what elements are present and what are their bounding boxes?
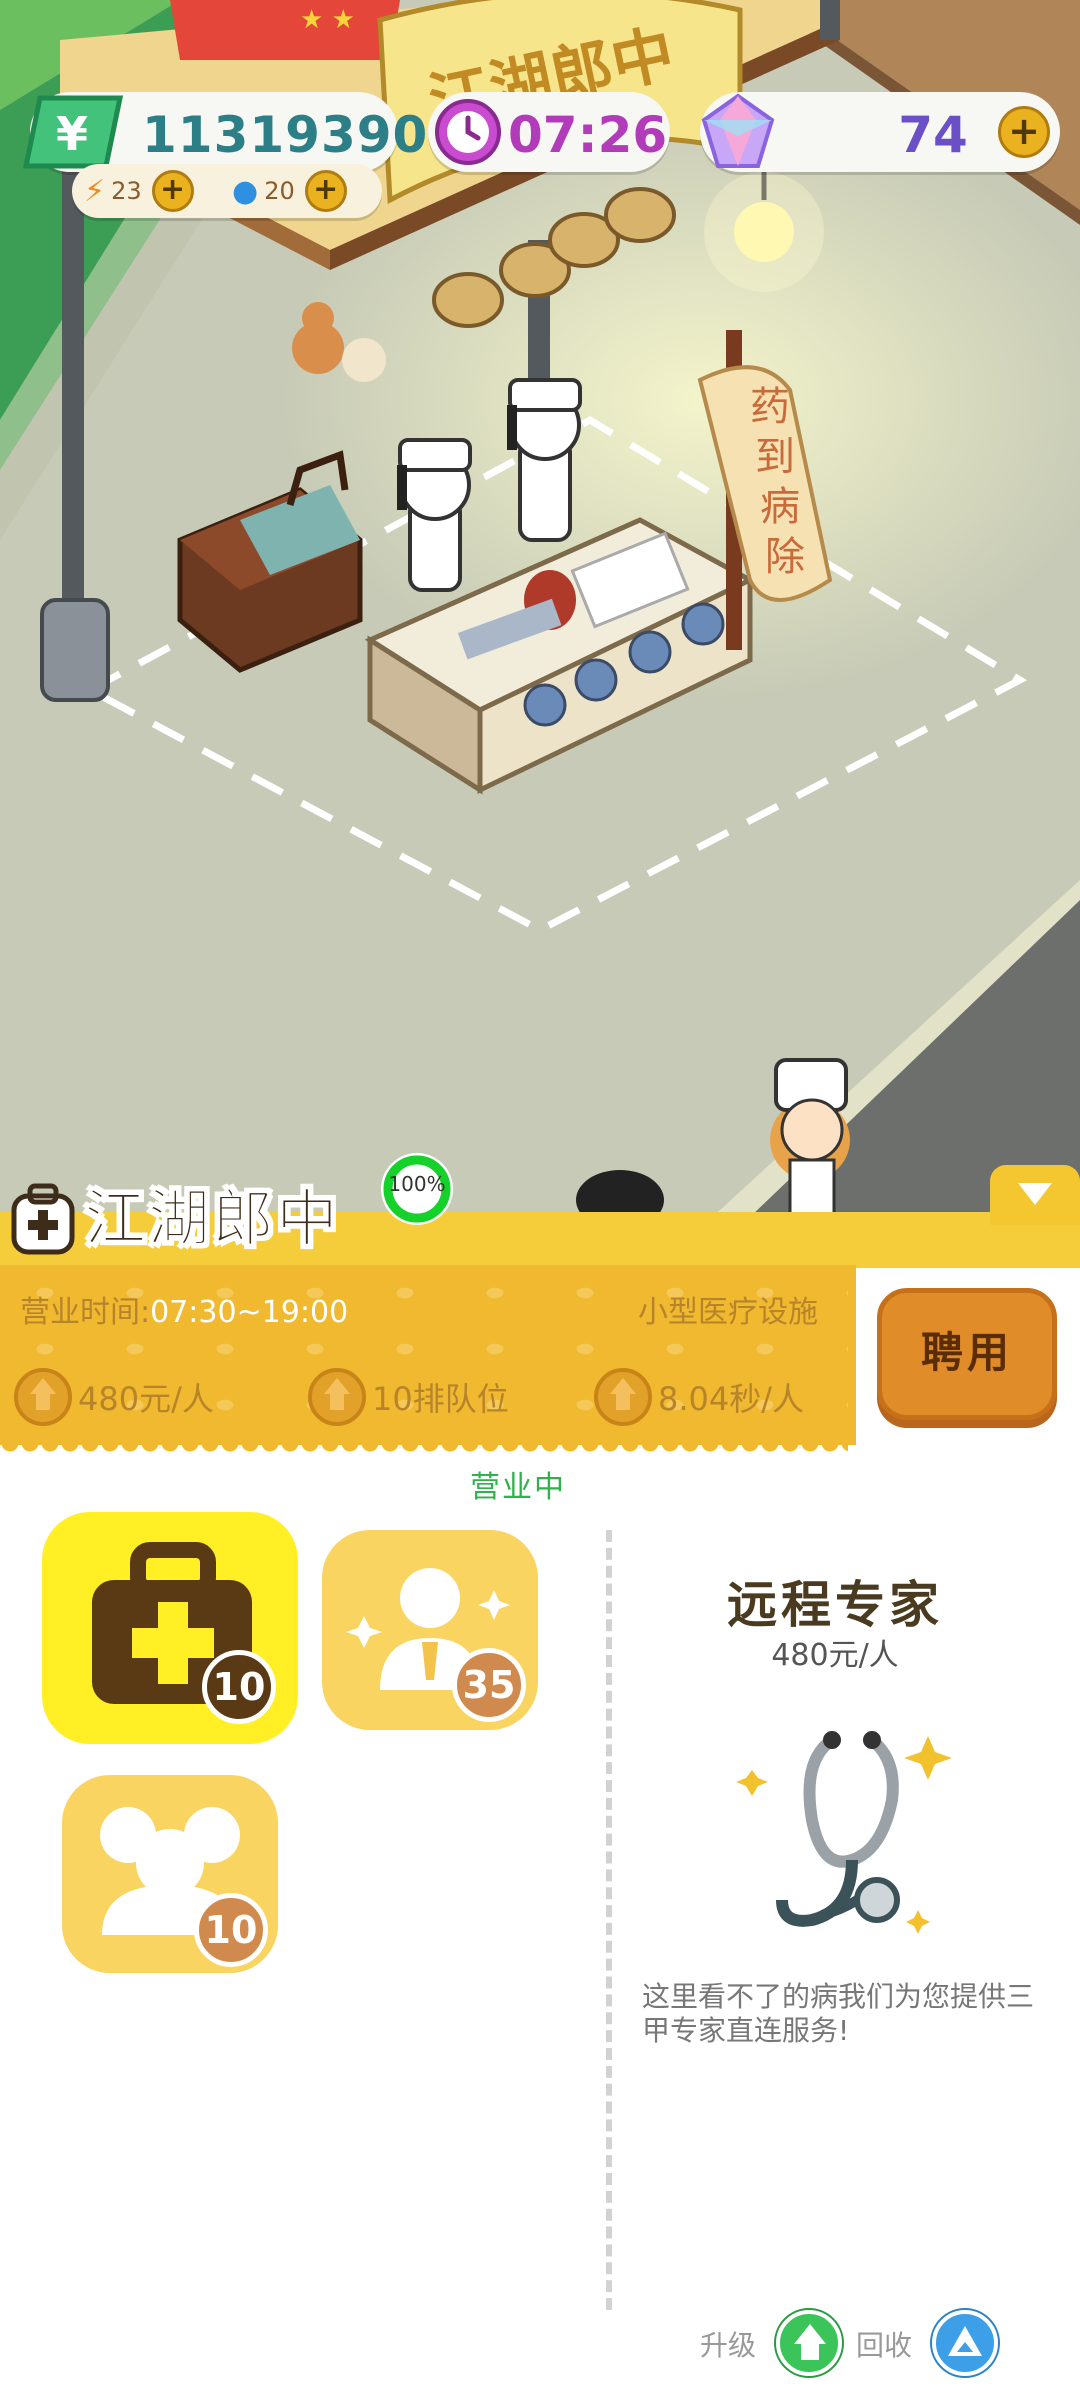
upgrade-arrow-icon bbox=[14, 1368, 72, 1426]
energy-plus-button[interactable]: + bbox=[151, 170, 194, 212]
tile-badge: 10 bbox=[194, 1893, 268, 1967]
clock-icon bbox=[435, 99, 501, 165]
detail-description: 这里看不了的病我们为您提供三甲专家直连服务! bbox=[642, 1980, 1035, 2047]
upgrade-label: 升级 bbox=[700, 2329, 757, 2362]
recycle-label: 回收 bbox=[856, 2329, 913, 2362]
tile-badge: 10 bbox=[202, 1650, 276, 1724]
facility-type: 小型医疗设施 bbox=[638, 1295, 818, 1330]
banner-char-1: 药 bbox=[750, 384, 790, 430]
stat-price-text: 480元/人 bbox=[78, 1380, 214, 1418]
upgrade-arrow-icon bbox=[308, 1368, 366, 1426]
money-counter[interactable]: ¥ 11319390 bbox=[22, 92, 427, 172]
water-value: 20 bbox=[264, 177, 295, 205]
sub-resources: ⚡ 23 + ● 20 + bbox=[72, 164, 382, 218]
recycle-button[interactable] bbox=[932, 2310, 998, 2376]
stethoscope-icon bbox=[736, 1731, 952, 1934]
tile-group[interactable]: 10 bbox=[62, 1775, 278, 1973]
gem-plus-button[interactable]: + bbox=[998, 106, 1050, 158]
chevron-down-icon bbox=[1018, 1183, 1052, 1205]
business-hours-label: 营业时间: bbox=[20, 1295, 151, 1330]
banner-char-3: 病 bbox=[760, 484, 800, 530]
stall-header: 江湖郎中 100% bbox=[0, 1150, 1080, 1265]
business-hours-value: 07:30~19:00 bbox=[150, 1295, 349, 1330]
stall-icon bbox=[11, 1183, 75, 1255]
money-value: 11319390 bbox=[142, 106, 429, 164]
svg-text:¥: ¥ bbox=[56, 107, 88, 161]
tile-expert[interactable]: 35 bbox=[322, 1530, 538, 1730]
gem-value: 74 bbox=[898, 106, 968, 164]
water-counter: ● 20 + bbox=[232, 170, 347, 212]
tile-medical-kit[interactable]: 10 bbox=[42, 1512, 298, 1744]
energy-value: 23 bbox=[111, 177, 142, 205]
water-plus-button[interactable]: + bbox=[304, 170, 347, 212]
money-icon: ¥ bbox=[22, 95, 124, 169]
upgrade-arrow-icon bbox=[594, 1368, 652, 1426]
banner-char-2: 到 bbox=[755, 434, 795, 480]
clock-value: 07:26 bbox=[508, 106, 668, 164]
stat-speed-text: 8.04秒/人 bbox=[658, 1380, 805, 1418]
progress-text: 100% bbox=[388, 1172, 446, 1196]
stat-queue[interactable]: 10排队位 bbox=[308, 1367, 509, 1427]
energy-icon: ⚡ bbox=[84, 173, 106, 209]
collapse-panel-button[interactable] bbox=[990, 1165, 1080, 1225]
svg-text:★ ★: ★ ★ bbox=[300, 5, 355, 35]
gem-counter[interactable]: 74 + bbox=[700, 92, 1060, 172]
business-hours: 营业时间:07:30~19:00 bbox=[20, 1287, 348, 1331]
detail-title: 远程专家 bbox=[727, 1576, 943, 1634]
banner-char-4: 除 bbox=[765, 534, 805, 580]
stall-name: 江湖郎中 bbox=[83, 1182, 341, 1256]
hire-button[interactable]: 聘用 bbox=[877, 1288, 1057, 1420]
section-divider bbox=[606, 1530, 612, 2310]
gem-icon bbox=[701, 93, 775, 168]
upgrade-button[interactable] bbox=[776, 2310, 842, 2376]
game-scene[interactable]: ★ ★ 江湖郎中 药 到 病 除 ¥ 11319390 ⚡ 23 + ● 20 … bbox=[0, 0, 1080, 1265]
stall-info-panel: 营业时间:07:30~19:00 小型医疗设施 480元/人 10排队位 8.0… bbox=[0, 1265, 856, 1455]
tile-badge: 35 bbox=[452, 1648, 526, 1722]
detail-price: 480元/人 bbox=[771, 1638, 899, 1673]
energy-counter: ⚡ 23 + bbox=[84, 170, 194, 212]
stat-price[interactable]: 480元/人 bbox=[14, 1367, 214, 1427]
status-text: 营业中 bbox=[470, 1470, 566, 1505]
game-clock: 07:26 bbox=[428, 92, 670, 172]
stat-queue-text: 10排队位 bbox=[372, 1380, 509, 1418]
stat-speed[interactable]: 8.04秒/人 bbox=[594, 1367, 804, 1427]
water-icon: ● bbox=[232, 173, 259, 209]
